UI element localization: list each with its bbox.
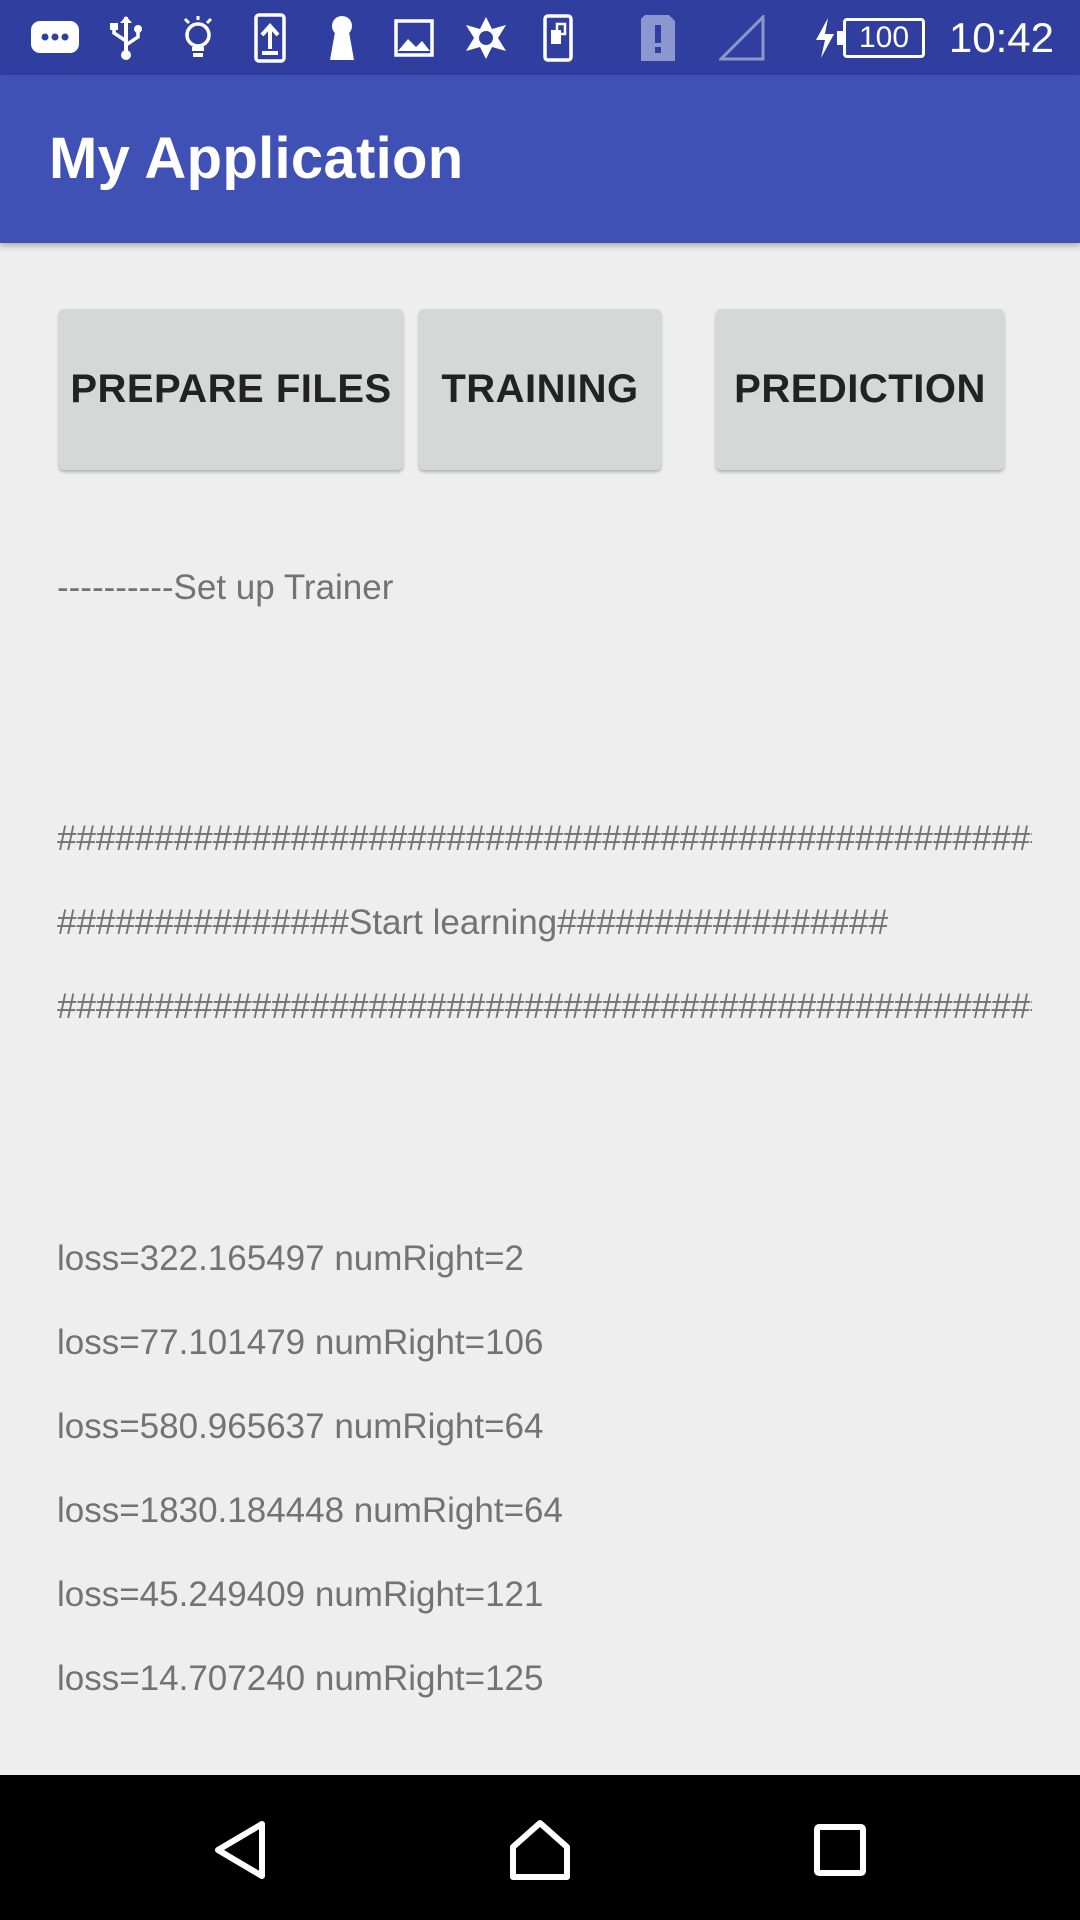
log-entry: loss=1830.184448 numRight=64 bbox=[57, 1491, 563, 1530]
charging-icon bbox=[810, 12, 840, 64]
log-entry: loss=322.165497 numRight=2 bbox=[57, 1239, 525, 1278]
recents-square-icon bbox=[814, 1824, 866, 1876]
back-triangle-icon bbox=[215, 1821, 265, 1879]
log-setup-line: ----------Set up Trainer bbox=[57, 568, 394, 607]
training-button[interactable]: TRAINING bbox=[419, 309, 661, 470]
upload-icon bbox=[250, 12, 290, 64]
usb-icon bbox=[106, 12, 146, 64]
battery-level: 100 bbox=[858, 21, 910, 54]
tools-icon bbox=[460, 12, 512, 64]
home-icon bbox=[510, 1820, 570, 1880]
back-button[interactable] bbox=[195, 1805, 285, 1895]
alert-icon bbox=[638, 12, 678, 64]
keyhole-icon bbox=[324, 12, 360, 64]
sim-icon bbox=[540, 12, 576, 64]
image-icon bbox=[392, 12, 436, 64]
signal-icon bbox=[718, 12, 766, 64]
log-hash-line-2: ########################################… bbox=[57, 987, 1032, 1026]
navigation-bar bbox=[0, 1775, 1080, 1920]
status-bar: 100 10:42 bbox=[0, 0, 1080, 75]
log-entry: loss=580.965637 numRight=64 bbox=[57, 1407, 544, 1446]
app-bar: My Application bbox=[0, 75, 1080, 243]
recents-button[interactable] bbox=[795, 1805, 885, 1895]
messaging-icon bbox=[28, 12, 82, 64]
screen: 100 10:42 My Application PREPARE FILES T… bbox=[0, 0, 1080, 1920]
prediction-button[interactable]: PREDICTION bbox=[716, 309, 1004, 470]
home-button[interactable] bbox=[495, 1805, 585, 1895]
log-hash-line-1: ########################################… bbox=[57, 819, 1032, 858]
battery-icon: 100 bbox=[837, 12, 926, 64]
status-clock: 10:42 bbox=[948, 14, 1054, 61]
app-title: My Application bbox=[49, 126, 464, 191]
log-entry: loss=77.101479 numRight=106 bbox=[57, 1323, 544, 1362]
log-entry: loss=14.707240 numRight=125 bbox=[57, 1659, 544, 1698]
lightbulb-icon bbox=[178, 12, 218, 64]
log-start-line: ###############Start learning###########… bbox=[57, 903, 889, 942]
prepare-files-button[interactable]: PREPARE FILES bbox=[59, 309, 403, 470]
log-entry: loss=45.249409 numRight=121 bbox=[57, 1575, 544, 1614]
